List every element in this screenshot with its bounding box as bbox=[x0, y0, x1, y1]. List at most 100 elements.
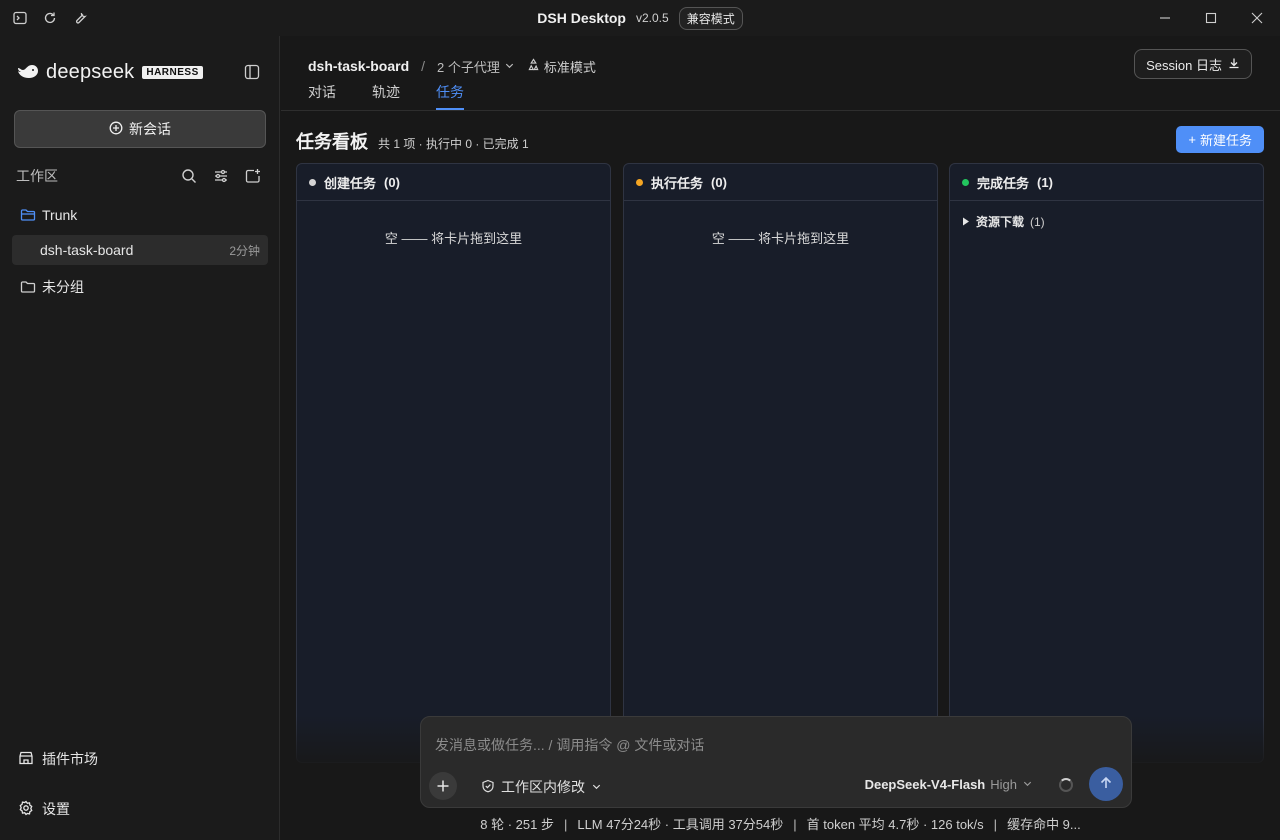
group-title: 资源下载 bbox=[976, 215, 1025, 229]
status-cache: 缓存命中 9... bbox=[1007, 817, 1081, 832]
session-age: 2分钟 bbox=[229, 243, 260, 258]
minimize-button[interactable] bbox=[1142, 0, 1188, 36]
plus-icon: + bbox=[1188, 132, 1196, 147]
workspace-header: 工作区 bbox=[16, 166, 264, 186]
caret-right-icon bbox=[962, 215, 970, 229]
whale-logo-icon bbox=[16, 62, 40, 83]
status-dot bbox=[309, 178, 316, 186]
store-icon bbox=[18, 750, 34, 769]
kanban-column-done[interactable]: 完成任务 (1) 资源下载 (1) bbox=[949, 163, 1264, 763]
logo-text: deepseek bbox=[46, 60, 135, 83]
model-name: DeepSeek-V4-Flash bbox=[864, 777, 986, 792]
folder-label: 未分组 bbox=[42, 279, 84, 295]
logo: deepseek HARNESS bbox=[16, 60, 264, 84]
breadcrumb: dsh-task-board / 2 个子代理 标准模式 bbox=[308, 56, 596, 76]
status-rounds: 8 轮 · 251 步 bbox=[480, 817, 554, 832]
status-llm-time: LLM 47分24秒 · 工具调用 37分54秒 bbox=[577, 817, 784, 832]
new-task-label: 新建任务 bbox=[1199, 133, 1252, 148]
column-count: (0) bbox=[711, 174, 727, 190]
chevron-down-icon bbox=[504, 59, 515, 74]
plugin-market-label: 插件市场 bbox=[42, 751, 98, 767]
arrow-up-icon bbox=[1099, 776, 1113, 793]
view-tabs: 对话 轨迹 任务 bbox=[308, 82, 464, 110]
send-button[interactable] bbox=[1089, 767, 1123, 801]
version-label: v2.0.5 bbox=[635, 11, 669, 25]
settings-button[interactable]: 设置 bbox=[18, 799, 70, 819]
settings-label: 设置 bbox=[42, 801, 70, 817]
filter-sliders-icon[interactable] bbox=[210, 166, 232, 186]
board-title: 任务看板 bbox=[296, 132, 368, 152]
sidebar: deepseek HARNESS 新会话 工作区 Trunk dsh-task-… bbox=[0, 36, 280, 840]
task-group-toggle[interactable]: 资源下载 (1) bbox=[962, 213, 1263, 230]
status-bar: 8 轮 · 251 步 | LLM 47分24秒 · 工具调用 37分54秒 | 首 t… bbox=[480, 817, 1081, 832]
attach-plus-button[interactable] bbox=[429, 772, 457, 800]
app-title: DSH Desktop bbox=[537, 10, 626, 26]
session-label: dsh-task-board bbox=[40, 242, 134, 258]
group-count: (1) bbox=[1030, 214, 1045, 229]
column-header: 完成任务 (1) bbox=[950, 164, 1263, 201]
main-panel: dsh-task-board / 2 个子代理 标准模式 Session 日志 … bbox=[281, 36, 1280, 840]
model-selector[interactable]: DeepSeek-V4-Flash High bbox=[865, 777, 1033, 792]
column-count: (1) bbox=[1037, 174, 1053, 190]
download-icon bbox=[1228, 57, 1240, 72]
close-button[interactable] bbox=[1234, 0, 1280, 36]
empty-drop-hint: 空 —— 将卡片拖到这里 bbox=[711, 231, 850, 246]
column-title: 创建任务 bbox=[324, 175, 377, 191]
status-dot bbox=[636, 178, 643, 186]
wrench-icon[interactable] bbox=[68, 6, 92, 30]
message-composer: 工作区内修改 DeepSeek-V4-Flash High bbox=[420, 716, 1132, 808]
gear-icon bbox=[18, 800, 34, 819]
new-chat-label: 新会话 bbox=[129, 121, 171, 137]
new-chat-button[interactable]: 新会话 bbox=[14, 110, 266, 148]
workspace-label: 工作区 bbox=[16, 168, 58, 184]
message-input[interactable] bbox=[435, 735, 1115, 755]
header-divider bbox=[281, 110, 1280, 111]
column-title: 执行任务 bbox=[651, 175, 704, 191]
plus-circle-icon bbox=[109, 121, 123, 138]
plugin-market-button[interactable]: 插件市场 bbox=[18, 749, 98, 769]
mode-label: 标准模式 bbox=[543, 59, 596, 75]
permission-label: 工作区内修改 bbox=[501, 779, 585, 795]
column-count: (0) bbox=[384, 174, 400, 190]
folder-item-ungrouped[interactable]: 未分组 bbox=[12, 272, 268, 302]
chevron-down-icon bbox=[591, 779, 602, 795]
empty-drop-hint: 空 —— 将卡片拖到这里 bbox=[384, 231, 523, 246]
folder-open-icon bbox=[20, 207, 36, 223]
tab-tasks[interactable]: 任务 bbox=[436, 82, 464, 110]
status-dot bbox=[962, 178, 969, 186]
column-header: 执行任务 (0) bbox=[624, 164, 937, 201]
harness-badge: HARNESS bbox=[142, 65, 203, 79]
board-header: 任务看板 共 1 项 · 执行中 0 · 已完成 1 bbox=[296, 128, 529, 154]
folder-label: Trunk bbox=[42, 207, 78, 223]
subagents-label: 2 个子代理 bbox=[437, 59, 500, 75]
kanban-column-created[interactable]: 创建任务 (0) 空 —— 将卡片拖到这里 bbox=[296, 163, 611, 763]
compat-mode-badge[interactable]: 兼容模式 bbox=[678, 6, 743, 30]
session-log-button[interactable]: Session 日志 bbox=[1134, 49, 1252, 79]
maximize-button[interactable] bbox=[1188, 0, 1234, 36]
board-summary: 共 1 项 · 执行中 0 · 已完成 1 bbox=[378, 137, 529, 151]
tab-chat[interactable]: 对话 bbox=[308, 82, 336, 110]
subagents-dropdown[interactable]: 2 个子代理 bbox=[437, 57, 515, 76]
chevron-down-icon bbox=[1022, 777, 1033, 792]
tab-trace[interactable]: 轨迹 bbox=[372, 82, 400, 110]
status-first-token: 首 token 平均 4.7秒 · 126 tok/s bbox=[806, 817, 984, 832]
new-task-button[interactable]: + 新建任务 bbox=[1176, 126, 1264, 153]
terminal-icon[interactable] bbox=[8, 6, 32, 30]
breadcrumb-separator: / bbox=[421, 58, 426, 74]
mode-selector[interactable]: 标准模式 bbox=[527, 57, 596, 76]
refresh-icon[interactable] bbox=[38, 6, 62, 30]
new-folder-icon[interactable] bbox=[242, 166, 264, 186]
session-item-dsh-task-board[interactable]: dsh-task-board 2分钟 bbox=[12, 235, 268, 265]
sidebar-toggle-icon[interactable] bbox=[240, 60, 264, 84]
column-title: 完成任务 bbox=[977, 175, 1030, 191]
model-level: High bbox=[990, 777, 1017, 792]
kanban-column-running[interactable]: 执行任务 (0) 空 —— 将卡片拖到这里 bbox=[623, 163, 938, 763]
project-name: dsh-task-board bbox=[308, 58, 410, 74]
folder-item-trunk[interactable]: Trunk bbox=[12, 200, 268, 230]
search-icon[interactable] bbox=[178, 166, 200, 186]
loading-spinner-icon bbox=[1059, 778, 1073, 792]
permission-dropdown[interactable]: 工作区内修改 bbox=[481, 777, 602, 797]
folder-icon bbox=[20, 279, 36, 295]
column-header: 创建任务 (0) bbox=[297, 164, 610, 201]
recycle-icon bbox=[527, 58, 540, 74]
